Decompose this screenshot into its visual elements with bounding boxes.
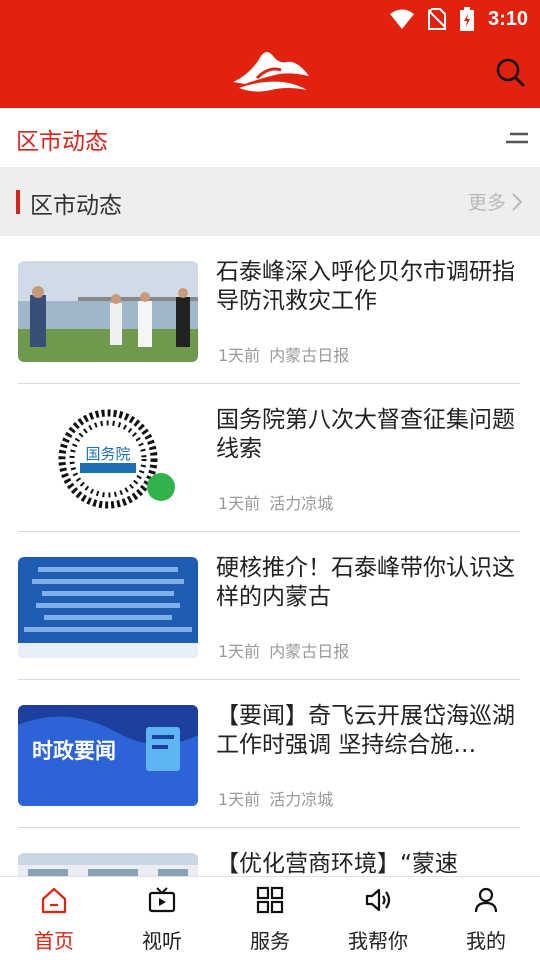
speaker-icon	[365, 888, 391, 912]
news-thumbnail	[18, 853, 198, 876]
battery-icon	[459, 7, 474, 31]
news-time: 1天前	[218, 642, 261, 661]
search-icon[interactable]	[494, 56, 526, 88]
channel-title[interactable]: 区市动态	[16, 122, 108, 156]
news-item[interactable]: 【优化营商环境】“蒙速	[18, 828, 520, 876]
no-sim-icon	[427, 8, 446, 30]
news-meta: 1天前 活力凉城	[218, 490, 333, 514]
news-title: 石泰峰深入呼伦贝尔市调研指导防汛救灾工作	[216, 259, 515, 314]
thumb-label: 时政要闻	[32, 739, 116, 763]
home-icon	[41, 887, 67, 914]
section-header: 区市动态 更多	[0, 168, 540, 236]
status-bar: 3:10	[389, 6, 528, 32]
chevron-right-icon	[512, 192, 522, 211]
nav-mine[interactable]: 我的	[432, 877, 540, 960]
news-title: 硬核推介！石泰峰带你认识这样的内蒙古	[216, 555, 515, 610]
news-item[interactable]: 时政要闻 【要闻】奇飞云开展岱海巡湖工作时强调 坚持综合施… 1天前 活力凉城	[18, 680, 520, 828]
nav-home[interactable]: 首页	[0, 877, 108, 960]
nav-label: 首页	[34, 929, 74, 953]
news-title: 国务院第八次大督查征集问题线索	[216, 407, 515, 462]
news-source: 活力凉城	[269, 790, 334, 809]
news-item[interactable]: 国务院 国务院第八次大督查征集问题线索 1天前 活力凉城	[18, 384, 520, 532]
news-title: 【优化营商环境】“蒙速	[216, 851, 458, 876]
wifi-icon	[389, 9, 414, 29]
news-title: 【要闻】奇飞云开展岱海巡湖工作时强调 坚持综合施…	[216, 703, 515, 758]
news-thumbnail: 时政要闻	[18, 705, 198, 806]
news-time: 1天前	[218, 790, 261, 809]
tv-icon	[148, 887, 176, 913]
nav-label: 我帮你	[348, 929, 408, 953]
status-time: 3:10	[487, 7, 528, 30]
news-source: 内蒙古日报	[269, 642, 350, 661]
news-meta: 1天前 活力凉城	[218, 786, 333, 810]
news-time: 1天前	[218, 346, 261, 365]
channel-bar: 区市动态	[0, 108, 540, 168]
thumb-label: 国务院	[85, 445, 130, 463]
user-icon	[474, 887, 498, 913]
more-label: 更多	[467, 192, 506, 214]
bottom-nav: 首页 视听 服务 我帮你 我的	[0, 876, 540, 960]
nav-label: 视听	[142, 929, 182, 953]
nav-audio-video[interactable]: 视听	[108, 877, 216, 960]
mountain-logo-icon	[233, 52, 309, 92]
nav-label: 服务	[250, 929, 290, 953]
section-title: 区市动态	[30, 193, 122, 219]
news-thumbnail	[18, 557, 198, 658]
news-thumbnail: 国务院	[18, 409, 198, 510]
news-meta: 1天前 内蒙古日报	[218, 342, 349, 366]
grid-icon	[256, 886, 284, 914]
news-source: 内蒙古日报	[269, 346, 350, 365]
nav-services[interactable]: 服务	[216, 877, 324, 960]
news-item[interactable]: 石泰峰深入呼伦贝尔市调研指导防汛救灾工作 1天前 内蒙古日报	[18, 236, 520, 384]
news-source: 活力凉城	[269, 494, 334, 513]
news-item[interactable]: 硬核推介！石泰峰带你认识这样的内蒙古 1天前 内蒙古日报	[18, 532, 520, 680]
section-accent-bar	[16, 190, 20, 214]
news-thumbnail	[18, 261, 198, 362]
news-time: 1天前	[218, 494, 261, 513]
more-link[interactable]: 更多	[468, 188, 522, 215]
menu-lines-icon[interactable]	[506, 130, 528, 146]
app-header: 3:10	[0, 0, 540, 108]
news-list: 石泰峰深入呼伦贝尔市调研指导防汛救灾工作 1天前 内蒙古日报 国务院 国务院第八…	[0, 236, 540, 876]
news-meta: 1天前 内蒙古日报	[218, 638, 349, 662]
nav-label: 我的	[466, 929, 506, 953]
nav-help[interactable]: 我帮你	[324, 877, 432, 960]
